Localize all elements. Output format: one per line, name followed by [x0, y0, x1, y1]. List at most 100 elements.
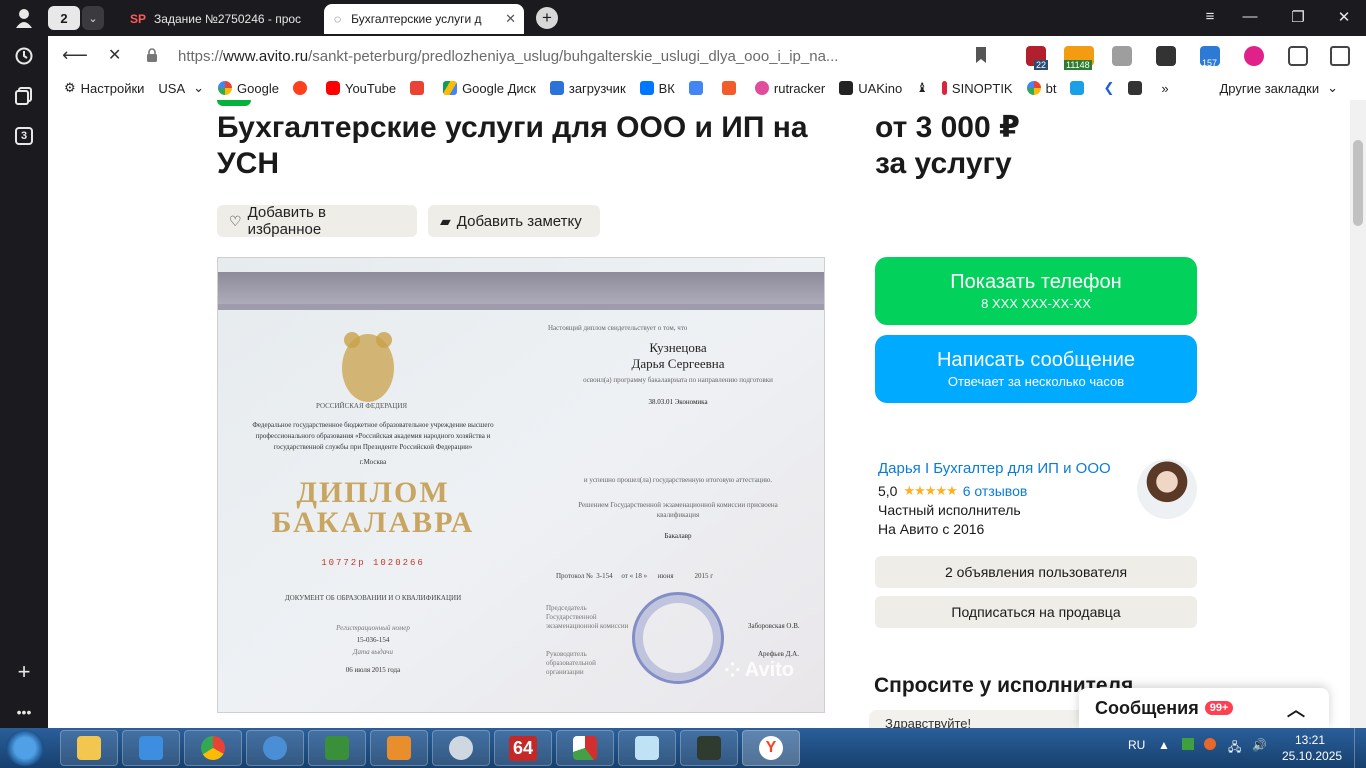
bookmark-bc[interactable]: [1128, 81, 1147, 95]
taskbar-aida64[interactable]: 64: [494, 730, 552, 766]
taskbar-chart-app[interactable]: [556, 730, 614, 766]
puzzle-extension-icon[interactable]: [1288, 46, 1308, 66]
bookmark-settings[interactable]: ⚙ Настройки: [64, 80, 144, 96]
scrollbar-thumb[interactable]: [1353, 140, 1363, 226]
calendar-extension-icon[interactable]: 157: [1200, 46, 1220, 68]
reviews-link[interactable]: 6 отзывов: [963, 483, 1028, 499]
stop-loading-icon[interactable]: ✕: [108, 45, 121, 65]
tray-app-icon[interactable]: [1182, 738, 1194, 750]
bookmark-bt[interactable]: bt: [1026, 81, 1056, 96]
yandex-icon: [292, 81, 307, 95]
google-icon: [1026, 81, 1041, 95]
taskbar-network[interactable]: [308, 730, 366, 766]
workspaces-button[interactable]: 3: [12, 124, 36, 148]
bookmark-loader[interactable]: загрузчик: [549, 81, 626, 96]
google-icon: [218, 81, 233, 95]
menu-icon[interactable]: ≡: [1200, 8, 1220, 25]
bookmark-youtube[interactable]: YouTube: [325, 81, 396, 96]
ask-message-input[interactable]: Здравствуйте!: [869, 710, 1109, 728]
bookmark-icon[interactable]: [974, 46, 988, 64]
tab-label: Бухгалтерские услуги д: [351, 12, 482, 26]
bookmark-p[interactable]: [1070, 81, 1089, 95]
weather-extension-icon[interactable]: 11148: [1064, 46, 1094, 70]
shield-extension-icon[interactable]: [1244, 46, 1264, 66]
add-panel-icon[interactable]: +: [12, 659, 36, 684]
taskbar-explorer[interactable]: [60, 730, 118, 766]
close-window-icon[interactable]: ✕: [1334, 8, 1354, 26]
bookmark-google-drive[interactable]: Google Диск: [443, 81, 536, 96]
extension-badge-icon[interactable]: 22: [1026, 46, 1048, 70]
bookmark-yandex[interactable]: [292, 81, 312, 95]
seller-name-link[interactable]: Дарья I Бухгалтер для ИП и ООО: [878, 460, 1111, 477]
seller-avatar[interactable]: [1137, 459, 1197, 519]
back-icon[interactable]: ⟵: [62, 45, 88, 66]
tab-avito[interactable]: ◌ Бухгалтерские услуги д ✕: [324, 4, 524, 34]
more-icon[interactable]: •••: [12, 700, 36, 724]
messages-widget[interactable]: Сообщения 99+ ︿: [1079, 688, 1329, 728]
bookmark-usa[interactable]: USA ⌄: [158, 80, 204, 96]
briefcase-extension-icon[interactable]: [1112, 46, 1132, 66]
thermometer-icon: [941, 81, 947, 95]
more-bookmarks-icon[interactable]: »: [1161, 81, 1168, 96]
seller-ads-button[interactable]: 2 объявления пользователя: [875, 556, 1197, 588]
bookmark-sinoptik[interactable]: SINOPTIK: [941, 81, 1013, 96]
bookmark-vk[interactable]: ВК: [639, 80, 675, 96]
taskbar-wise[interactable]: [122, 730, 180, 766]
taskbar-yandex-browser[interactable]: Y: [742, 730, 800, 766]
show-desktop-button[interactable]: [1354, 728, 1366, 768]
bookmark-chess[interactable]: ♝: [916, 80, 928, 96]
bookmark-uakino[interactable]: UAKino: [839, 81, 902, 96]
url-path: /sankt-peterburg/predlozheniya_uslug/buh…: [308, 47, 839, 65]
bookmark-arrow[interactable]: ❮: [1103, 80, 1114, 96]
close-tab-icon[interactable]: ✕: [505, 11, 516, 27]
add-note-button[interactable]: ▰ Добавить заметку: [428, 205, 600, 237]
profile-icon[interactable]: [12, 6, 36, 30]
bookmark-translate[interactable]: [688, 81, 708, 95]
taskbar-clock[interactable]: 13:21 25.10.2025: [1282, 732, 1342, 764]
minimize-icon[interactable]: —: [1240, 8, 1260, 25]
other-bookmarks[interactable]: Другие закладки ⌄: [1219, 80, 1338, 96]
avito-watermark: ⁘ Avito: [724, 658, 794, 683]
show-phone-button[interactable]: Показать телефон 8 XXX XXX-XX-XX: [875, 257, 1197, 325]
taskbar-monitor[interactable]: [680, 730, 738, 766]
diploma-head-name: Арефьев Д.А.: [758, 650, 799, 658]
lock-icon[interactable]: [146, 48, 158, 63]
tray-volume-icon[interactable]: 🔊: [1252, 738, 1267, 752]
restore-icon[interactable]: ❐: [1288, 8, 1308, 26]
tab-task[interactable]: SP Задание №2750246 - прос: [120, 4, 320, 34]
globe-icon: [263, 736, 287, 760]
bookmark-f[interactable]: [721, 81, 741, 95]
page-scrollbar[interactable]: [1350, 100, 1366, 728]
taskbar-globe[interactable]: [246, 730, 304, 766]
tray-network-icon[interactable]: 🖧: [1228, 738, 1241, 759]
tray-security-icon[interactable]: [1204, 738, 1216, 750]
bookmark-label: ВК: [658, 80, 675, 96]
subscribe-button[interactable]: Подписаться на продавца: [875, 596, 1197, 628]
listing-photo[interactable]: РОССИЙСКАЯ ФЕДЕРАЦИЯ Федеральное государ…: [217, 257, 825, 713]
new-tab-icon[interactable]: +: [536, 7, 558, 29]
show-phone-label: Показать телефон: [950, 271, 1122, 293]
tab-count-button[interactable]: 2: [48, 6, 80, 30]
arrow-extension-icon[interactable]: [1156, 46, 1176, 66]
chevron-up-icon[interactable]: ︿: [1287, 696, 1305, 722]
chess-icon: ♝: [916, 80, 928, 95]
write-message-button[interactable]: Написать сообщение Отвечает за несколько…: [875, 335, 1197, 403]
download-icon[interactable]: [1330, 46, 1350, 66]
start-button[interactable]: [6, 730, 44, 766]
f-site-icon: [721, 81, 736, 95]
taskbar-clock-app[interactable]: [432, 730, 490, 766]
add-favorite-button[interactable]: ♡ Добавить в избранное: [217, 204, 417, 238]
taskbar-chrome[interactable]: [184, 730, 242, 766]
taskbar-media[interactable]: [370, 730, 428, 766]
chevron-down-icon[interactable]: ⌄: [82, 6, 104, 30]
taskbar-notes[interactable]: [618, 730, 676, 766]
tray-expand-icon[interactable]: ▲: [1158, 738, 1170, 752]
collections-icon[interactable]: [12, 84, 36, 108]
url-field[interactable]: https://www.avito.ru/sankt-peterburg/pre…: [178, 42, 958, 70]
language-indicator[interactable]: RU: [1128, 738, 1145, 752]
bookmark-gmail[interactable]: [410, 81, 429, 95]
bookmark-google[interactable]: Google: [218, 81, 279, 96]
diploma-protocol: Протокол № 3-154 от « 18 » июня 2015 г: [556, 572, 714, 580]
history-icon[interactable]: [12, 44, 36, 68]
bookmark-rutracker[interactable]: rutracker: [754, 81, 825, 96]
